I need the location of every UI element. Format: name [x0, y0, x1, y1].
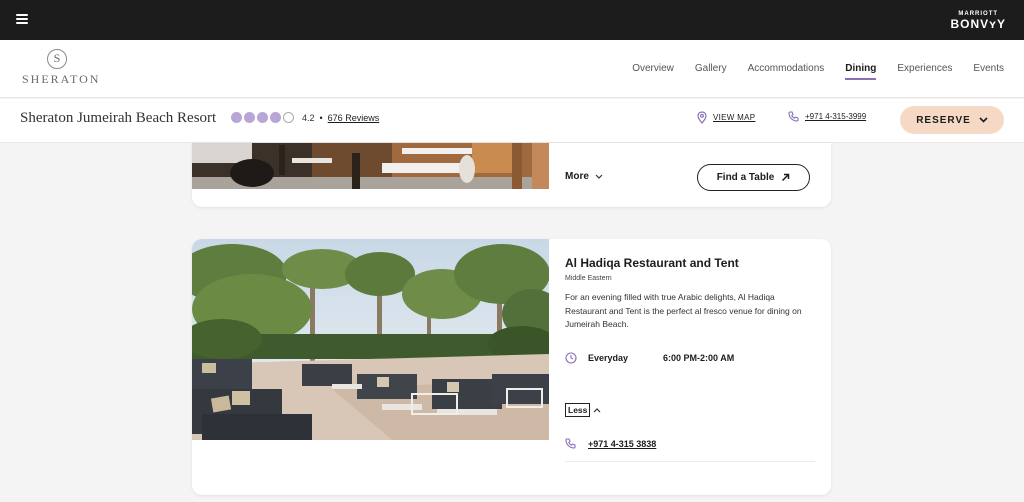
hours-time: 6:00 PM-2:00 AM — [663, 353, 735, 363]
restaurant-description: For an evening filled with true Arabic d… — [565, 292, 802, 329]
sheraton-emblem-icon: S — [47, 49, 67, 69]
phone-icon — [565, 438, 576, 449]
restaurant-card: More Find a Table — [192, 143, 831, 207]
nav-events[interactable]: Events — [973, 63, 1004, 74]
restaurant-phone-number: +971 4-315 3838 — [588, 438, 657, 449]
property-phone-link[interactable]: +971 4-315-3999 — [788, 111, 866, 122]
rating-dot-filled — [270, 112, 281, 123]
more-label: More — [565, 171, 589, 182]
more-toggle[interactable]: More — [565, 171, 603, 182]
view-map-label: VIEW MAP — [713, 113, 756, 122]
rating-dot-empty — [283, 112, 294, 123]
nav-experiences[interactable]: Experiences — [897, 63, 952, 74]
nav-overview[interactable]: Overview — [632, 63, 674, 74]
hours-days: Everyday — [588, 353, 629, 363]
less-toggle[interactable]: Less — [565, 403, 601, 417]
clock-icon — [565, 352, 577, 364]
sheraton-logo[interactable]: S SHERATON — [22, 49, 101, 87]
chevron-down-icon — [595, 174, 603, 179]
divider — [565, 461, 815, 462]
chevron-up-icon — [593, 407, 601, 412]
reserve-button[interactable]: RESERVE — [900, 106, 1004, 134]
property-bar: Sheraton Jumeirah Beach Resort 4.2 • 676… — [0, 99, 1024, 143]
rating-dot-filled — [231, 112, 242, 123]
hamburger-menu-icon[interactable] — [16, 14, 28, 24]
logo-wordmark: SHERATON — [22, 72, 101, 86]
find-a-table-button[interactable]: Find a Table — [697, 164, 810, 191]
restaurant-hours: Everyday 6:00 PM-2:00 AM — [565, 352, 734, 364]
reviews-link[interactable]: 676 Reviews — [328, 113, 380, 123]
nav-accommodations[interactable]: Accommodations — [748, 63, 825, 74]
arrow-up-right-icon — [782, 173, 790, 182]
restaurant-name: Al Hadiqa Restaurant and Tent — [565, 256, 739, 270]
less-label: Less — [565, 403, 591, 417]
marriott-bonvoy-logo[interactable]: MARRIOTT BONVʏY — [950, 11, 1006, 30]
restaurant-phone-link[interactable]: +971 4-315 3838 — [565, 438, 656, 449]
site-header: S SHERATON Overview Gallery Accommodatio… — [0, 40, 1024, 98]
main-nav: Overview Gallery Accommodations Dining E… — [632, 63, 1004, 80]
top-bar: MARRIOTT BONVʏY — [0, 0, 1024, 40]
property-phone-number: +971 4-315-3999 — [805, 112, 867, 121]
restaurant-card: Al Hadiqa Restaurant and Tent Middle Eas… — [192, 239, 831, 495]
find-a-table-label: Find a Table — [716, 172, 775, 183]
restaurant-photo — [192, 143, 549, 189]
rating-dot-filled — [257, 112, 268, 123]
property-name: Sheraton Jumeirah Beach Resort — [20, 110, 217, 126]
phone-icon — [788, 111, 799, 122]
rating-value: 4.2 — [302, 112, 315, 123]
restaurant-photo — [192, 239, 549, 440]
map-pin-icon — [697, 111, 707, 124]
restaurant-cuisine: Middle Eastern — [565, 275, 612, 282]
nav-dining[interactable]: Dining — [845, 63, 877, 80]
rating: 4.2 • 676 Reviews — [231, 112, 379, 123]
chevron-down-icon — [979, 117, 988, 123]
rating-dot-filled — [244, 112, 255, 123]
rating-separator: • — [319, 112, 323, 123]
bonvoy-big-text: BONVʏY — [950, 17, 1006, 31]
nav-gallery[interactable]: Gallery — [695, 63, 727, 74]
reserve-label: RESERVE — [916, 114, 971, 126]
view-map-link[interactable]: VIEW MAP — [697, 111, 755, 124]
